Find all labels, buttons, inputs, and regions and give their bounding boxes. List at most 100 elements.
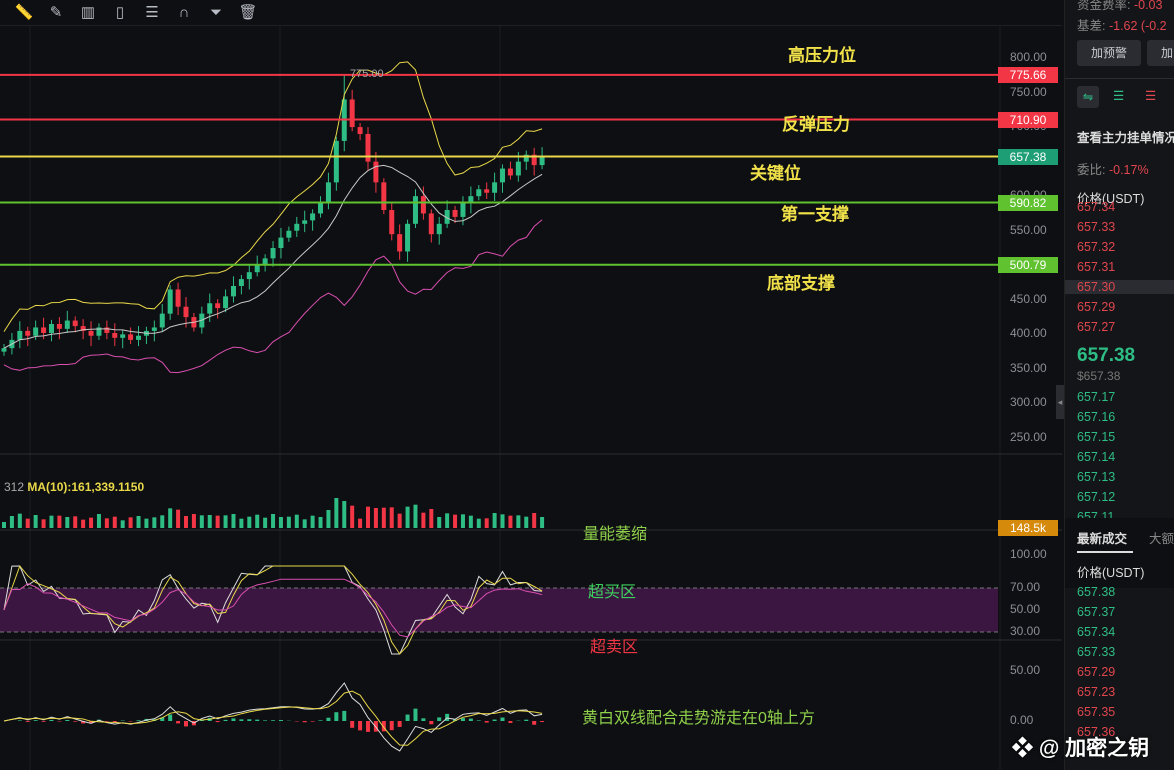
- candle-body: [183, 306, 189, 318]
- bid-row[interactable]: 657.13: [1077, 470, 1115, 484]
- candle-body: [159, 313, 165, 328]
- macd-histogram-bar: [468, 718, 473, 721]
- volume-bar: [49, 515, 54, 528]
- rsi-overbought-note: 超买区: [588, 584, 637, 601]
- volume-bar: [532, 513, 537, 528]
- collapse-panel-handle[interactable]: ◂: [1056, 385, 1064, 419]
- candle-body: [381, 182, 387, 210]
- orderbook-bids-icon[interactable]: ☰: [1113, 88, 1124, 103]
- volume-bar: [41, 519, 46, 528]
- candle-body: [128, 334, 134, 340]
- macd-histogram-bar: [73, 721, 78, 722]
- add-alert-button[interactable]: 加预警: [1077, 40, 1141, 66]
- volume-bar: [223, 515, 228, 528]
- bollinger-upper: [3, 61, 543, 332]
- order-panel: 资金费率: -0.03 基差: -1.62 (-0.2 加预警 加 ⇋ ☰ ☰ …: [1064, 0, 1174, 770]
- macd-axis-label: 0.00: [1010, 713, 1034, 727]
- candle-body: [88, 330, 94, 336]
- candle-body: [17, 330, 23, 340]
- bid-row[interactable]: 657.14: [1077, 450, 1115, 464]
- tab-large-trades[interactable]: 大额: [1149, 528, 1174, 547]
- volume-bar: [476, 518, 481, 528]
- ask-row[interactable]: 657.34: [1077, 200, 1115, 214]
- bid-row[interactable]: 657.15: [1077, 430, 1115, 444]
- volume-bar: [492, 513, 497, 528]
- volume-bar: [286, 516, 291, 528]
- ask-row[interactable]: 657.27: [1077, 320, 1115, 334]
- volume-bar: [271, 514, 276, 528]
- orderbook-both-icon[interactable]: ⇋: [1077, 86, 1099, 108]
- macd-histogram-bar: [184, 721, 188, 727]
- note-icon[interactable]: ☰: [142, 3, 162, 23]
- watermark: ❖ @ 加密之钥: [1012, 737, 1150, 760]
- candle-body: [175, 289, 181, 307]
- trash-icon[interactable]: 🗑: [238, 3, 258, 23]
- volume-bar: [342, 501, 347, 528]
- candle-body: [389, 210, 395, 235]
- volume-bar: [318, 517, 323, 528]
- level-price-tag: 775.66: [998, 66, 1058, 83]
- volume-bar: [128, 517, 133, 528]
- orderbook-asks-icon[interactable]: ☰: [1145, 88, 1156, 103]
- macd-histogram-bar: [389, 721, 394, 731]
- macd-histogram-bar: [176, 721, 181, 724]
- macd-histogram-bar: [524, 719, 529, 721]
- volume-bar: [263, 517, 268, 528]
- price-axis-label: 800.00: [1010, 50, 1047, 64]
- bid-row[interactable]: 657.17: [1077, 390, 1115, 404]
- trade-row: 657.37: [1077, 605, 1116, 619]
- price-chart[interactable]: [0, 26, 1062, 770]
- level-note: 高压力位: [788, 45, 856, 65]
- add-button[interactable]: 加: [1147, 40, 1174, 66]
- volume-bar: [33, 515, 38, 528]
- level-price-tag: 657.38: [998, 148, 1058, 165]
- clipboard-icon[interactable]: ▯: [110, 3, 130, 23]
- rsi-axis-label: 30.00: [1010, 624, 1041, 638]
- ruler-icon[interactable]: 📏: [14, 3, 34, 23]
- macd-histogram-bar: [326, 717, 331, 721]
- bid-row[interactable]: 657.16: [1077, 410, 1115, 424]
- trade-row: 657.29: [1077, 665, 1116, 679]
- macd-histogram-bar: [397, 721, 402, 727]
- candle-body: [1, 348, 7, 352]
- candles-icon[interactable]: ▥: [78, 3, 98, 23]
- volume-bar: [144, 518, 149, 528]
- ask-row[interactable]: 657.30: [1065, 280, 1174, 294]
- magnet-icon[interactable]: ∩: [174, 3, 194, 23]
- view-main-orders[interactable]: 查看主力挂单情况: [1077, 127, 1174, 146]
- macd-histogram-bar: [128, 721, 133, 722]
- volume-bar: [429, 509, 434, 528]
- trade-row: 657.34: [1077, 625, 1116, 639]
- macd-histogram-bar: [136, 720, 141, 721]
- trades-price-header: 价格(USDT): [1077, 566, 1145, 580]
- volume-bar: [239, 518, 244, 528]
- candle-body: [420, 196, 426, 214]
- basis-label: 基差:: [1077, 19, 1106, 33]
- ask-row[interactable]: 657.29: [1077, 300, 1115, 314]
- macd-histogram-bar: [318, 720, 323, 721]
- volume-bar: [500, 514, 505, 528]
- volume-bar: [540, 517, 545, 528]
- volume-bar: [17, 513, 22, 528]
- tab-latest-trades[interactable]: 最新成交: [1077, 528, 1127, 547]
- bid-row[interactable]: 657.12: [1077, 490, 1115, 504]
- candle-body: [310, 213, 316, 221]
- volume-bar: [112, 516, 117, 528]
- macd-histogram-bar: [342, 710, 347, 721]
- candle-body: [476, 189, 482, 197]
- macd-histogram-bar: [49, 719, 54, 721]
- brush-icon[interactable]: ✎: [46, 3, 66, 23]
- candle-body: [484, 189, 490, 193]
- macd-histogram-bar: [231, 718, 236, 721]
- macd-histogram-bar: [215, 721, 220, 723]
- ask-row[interactable]: 657.33: [1077, 220, 1115, 234]
- ask-row[interactable]: 657.31: [1077, 260, 1115, 274]
- volume-bar: [437, 517, 442, 528]
- macd-histogram-bar: [437, 717, 442, 721]
- candle-body: [56, 324, 62, 329]
- volume-bar: [413, 504, 418, 528]
- ask-row[interactable]: 657.32: [1077, 240, 1115, 254]
- filter-icon[interactable]: ⏷: [206, 3, 226, 23]
- macd-note: 黄白双线配合走势游走在0轴上方: [582, 710, 815, 727]
- candle-body: [460, 203, 466, 217]
